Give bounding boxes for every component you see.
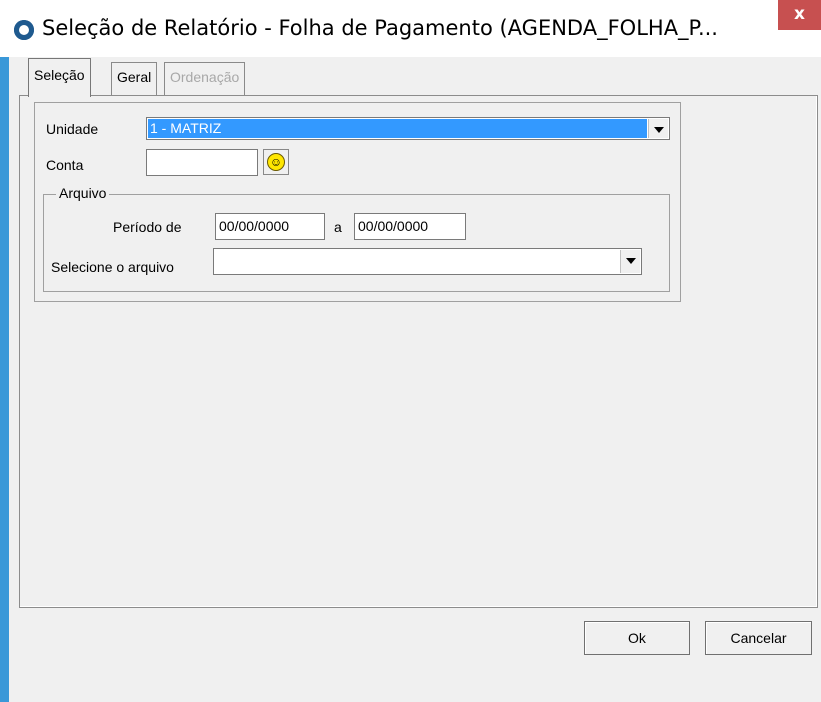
tab-selecao[interactable]: Seleção xyxy=(28,58,91,97)
unidade-select[interactable]: 1 - MATRIZ xyxy=(146,117,670,140)
conta-label: Conta xyxy=(46,157,84,173)
periodo-to-input[interactable]: 00/00/0000 xyxy=(354,213,466,240)
dropdown-arrow-icon[interactable] xyxy=(620,250,640,273)
unidade-label: Unidade xyxy=(46,121,99,137)
ok-button[interactable]: Ok xyxy=(584,621,690,655)
tab-geral[interactable]: Geral xyxy=(111,62,158,95)
smiley-icon: ☺ xyxy=(267,153,285,171)
arquivo-group xyxy=(43,194,670,292)
arquivo-legend: Arquivo xyxy=(56,185,110,201)
tab-ordenacao: Ordenação xyxy=(164,62,246,95)
periodo-separator: a xyxy=(334,219,342,235)
title-bar: Seleção de Relatório - Folha de Pagament… xyxy=(0,0,821,57)
close-button[interactable]: x xyxy=(778,0,821,30)
arquivo-value xyxy=(215,250,619,273)
app-icon xyxy=(14,20,34,40)
periodo-from-input[interactable]: 00/00/0000 xyxy=(215,213,325,240)
dropdown-arrow-icon[interactable] xyxy=(648,119,668,138)
window-title: Seleção de Relatório - Folha de Pagament… xyxy=(42,16,718,40)
arquivo-select[interactable] xyxy=(213,248,642,275)
selecione-arquivo-label: Selecione o arquivo xyxy=(51,259,174,275)
conta-input[interactable] xyxy=(146,149,258,176)
conta-lookup-button[interactable]: ☺ xyxy=(263,149,289,175)
unidade-value: 1 - MATRIZ xyxy=(148,119,647,138)
cancel-button[interactable]: Cancelar xyxy=(705,621,812,655)
periodo-label: Período de xyxy=(113,219,182,235)
